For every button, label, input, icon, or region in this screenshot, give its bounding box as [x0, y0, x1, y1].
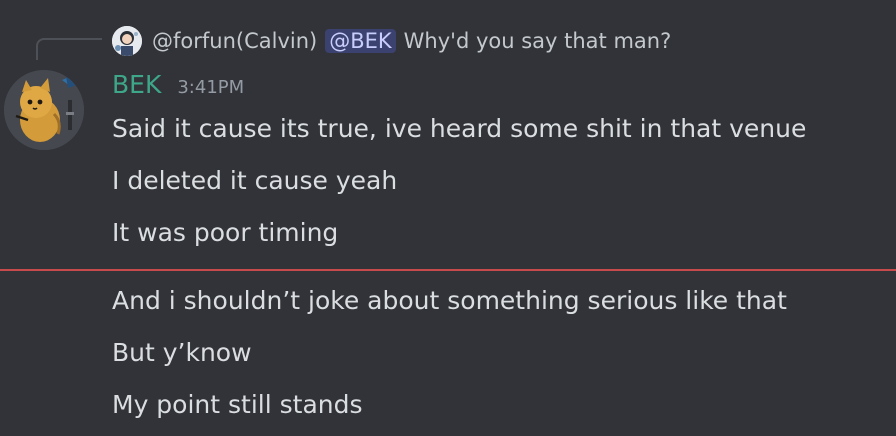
message-line: My point still stands: [112, 390, 363, 419]
message-header: BEK 3:41PM: [112, 70, 244, 106]
cat-avatar-icon: [4, 70, 84, 150]
message-line: Said it cause its true, ive heard some s…: [112, 114, 807, 143]
reply-preview-text[interactable]: Why'd you say that man?: [404, 29, 672, 53]
reply-avatar-icon: [112, 26, 142, 56]
message-line: I deleted it cause yeah: [112, 166, 398, 195]
chat-message-group: @forfun(Calvin) @BEK Why'd you say that …: [0, 0, 896, 436]
user-avatar[interactable]: [4, 70, 84, 150]
message-line: But y’know: [112, 338, 252, 367]
reply-author[interactable]: @forfun(Calvin): [152, 29, 317, 53]
reply-reference[interactable]: @forfun(Calvin) @BEK Why'd you say that …: [112, 24, 671, 58]
reply-avatar[interactable]: [112, 26, 142, 56]
message-line: It was poor timing: [112, 218, 339, 247]
new-messages-divider: [0, 269, 896, 271]
message-line: And i shouldn’t joke about something ser…: [112, 286, 787, 315]
message-timestamp[interactable]: 3:41PM: [177, 77, 244, 98]
reply-spine: [36, 38, 102, 60]
reply-mention[interactable]: @BEK: [325, 29, 396, 53]
message-username[interactable]: BEK: [112, 70, 161, 99]
